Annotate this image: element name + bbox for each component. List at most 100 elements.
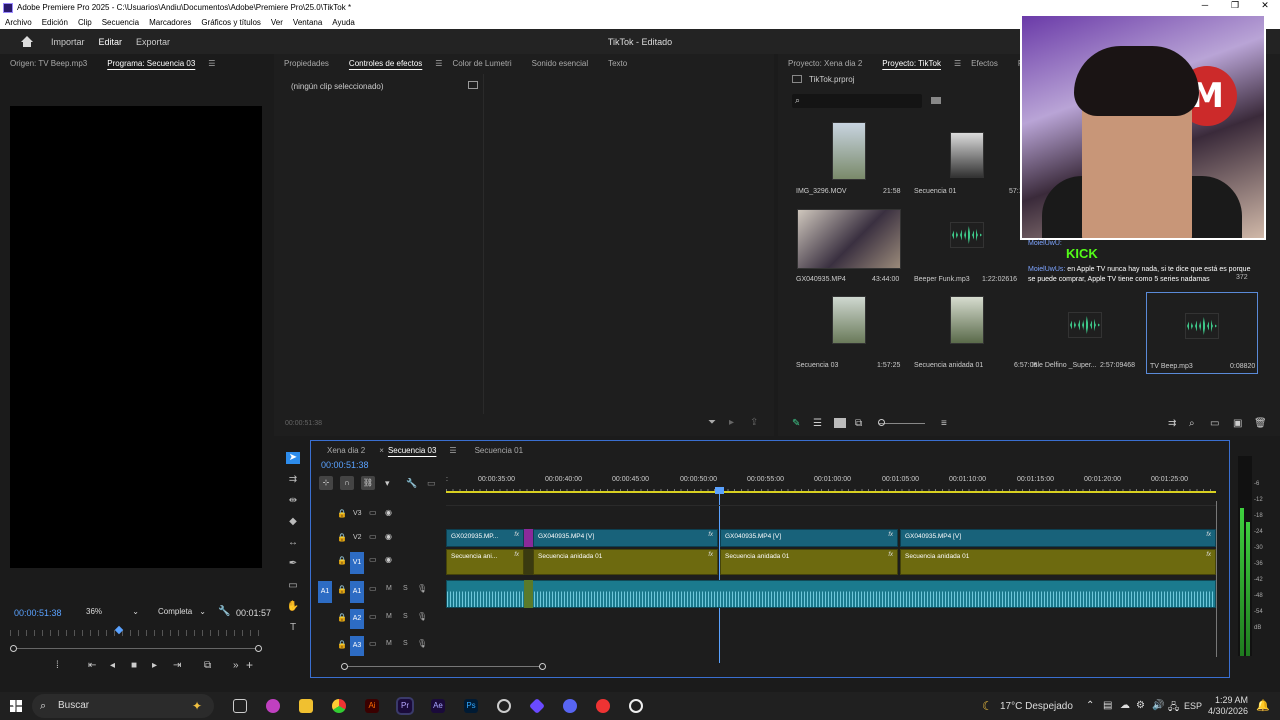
timeline-clip[interactable]: GX040935.MP4 [V] fx	[533, 529, 718, 547]
sync-lock-icon[interactable]: ▭	[369, 555, 377, 564]
export-icon[interactable]: ⇪	[750, 417, 758, 428]
lock-icon[interactable]: 🔒	[337, 509, 347, 518]
toggle-timeline-icon[interactable]	[468, 81, 478, 89]
language-indicator[interactable]: ESP	[1184, 701, 1202, 711]
app-icon[interactable]	[497, 699, 511, 713]
playhead-line[interactable]	[719, 487, 720, 663]
tab-source-monitor[interactable]: Origen: TV Beep.mp3	[0, 59, 97, 68]
stop-icon[interactable]: ■	[131, 660, 137, 671]
automate-icon[interactable]: ⇉	[1168, 418, 1176, 429]
monitor-time-ruler[interactable]	[10, 630, 262, 636]
monitor-timecode[interactable]: 00:00:51:38	[14, 608, 62, 618]
freeform-view-icon[interactable]: ⧉	[855, 418, 862, 429]
export-frame-icon[interactable]: ⧉	[204, 660, 211, 671]
clock[interactable]: 1:29 AM 4/30/2026	[1206, 695, 1248, 717]
tab-controles-efectos[interactable]: Controles de efectos	[339, 59, 432, 68]
sync-lock-icon[interactable]: ▭	[369, 584, 377, 593]
mute-button[interactable]: M	[386, 613, 392, 620]
track-select-tool-icon[interactable]: ⇉	[286, 474, 300, 486]
pencil-icon[interactable]: ✎	[792, 418, 800, 429]
new-bin-search-icon[interactable]	[931, 97, 941, 104]
tab-sonido-esencial[interactable]: Sonido esencial	[522, 59, 598, 68]
menu-graficos[interactable]: Gráficos y títulos	[196, 18, 266, 27]
slip-tool-icon[interactable]: ↔	[286, 537, 300, 549]
track-target-a3[interactable]: A3	[350, 636, 364, 656]
track-target-v1[interactable]: V1	[350, 552, 364, 574]
panel-menu-icon[interactable]: ☰	[951, 59, 961, 68]
audio-transition-marker[interactable]	[524, 580, 533, 608]
zoom-handle-left[interactable]	[10, 645, 17, 652]
workspace-importar[interactable]: Importar	[44, 37, 92, 47]
timeline-settings-icon[interactable]: 🔧	[406, 478, 417, 489]
timeline-clip[interactable]: GX040935.MP4 [V] fx	[720, 529, 898, 547]
scroll-handle-right[interactable]	[539, 663, 546, 670]
timeline-clip[interactable]: Secuencia anidada 01 fx	[533, 549, 718, 575]
quality-select[interactable]: Completa ⌄	[158, 607, 208, 619]
zoom-select[interactable]: 36% ⌄	[86, 607, 141, 619]
timeline-tab-secuencia-03[interactable]: Secuencia 03	[384, 446, 446, 455]
transition-marker[interactable]	[524, 529, 533, 547]
close-tab-icon[interactable]: ×	[375, 446, 384, 455]
panel-menu-icon[interactable]: ☰	[446, 446, 456, 455]
add-button-icon[interactable]: +	[246, 658, 253, 672]
notifications-icon[interactable]: 🔔	[1256, 699, 1270, 712]
captions-icon[interactable]: ▭	[427, 478, 436, 489]
task-view-icon[interactable]	[233, 699, 247, 713]
menu-ayuda[interactable]: Ayuda	[327, 18, 360, 27]
vertical-scrollbar[interactable]	[1216, 501, 1217, 657]
taskbar-search[interactable]: ⌕ Buscar ✦	[32, 694, 214, 718]
solo-button[interactable]: S	[403, 640, 408, 647]
workspace-exportar[interactable]: Exportar	[129, 37, 177, 47]
solo-button[interactable]: S	[403, 613, 408, 620]
media-player-icon[interactable]	[596, 699, 610, 713]
panel-menu-icon[interactable]: ☰	[432, 59, 442, 68]
lock-icon[interactable]: 🔒	[337, 556, 347, 565]
sync-lock-icon[interactable]: ▭	[369, 508, 377, 517]
eye-icon[interactable]: ◉	[385, 508, 392, 517]
go-to-out-icon[interactable]: ⇥	[173, 660, 181, 671]
tray-icon[interactable]: ▤	[1103, 700, 1112, 711]
illustrator-icon[interactable]: Ai	[365, 699, 379, 713]
menu-edicion[interactable]: Edición	[37, 18, 73, 27]
workspace-editar[interactable]: Editar	[92, 37, 130, 47]
more-controls-icon[interactable]: »	[233, 660, 239, 671]
tab-program-monitor[interactable]: Programa: Secuencia 03	[97, 59, 205, 68]
program-monitor-screen[interactable]	[10, 106, 262, 568]
filter-icon[interactable]: ⏷	[708, 417, 716, 428]
timeline-clip[interactable]: GX020935.MP... fx	[446, 529, 524, 547]
new-item-icon[interactable]: ▣	[1233, 418, 1242, 429]
play-audio-icon[interactable]: ▸	[729, 417, 734, 428]
track-target-a1[interactable]: A1	[350, 581, 364, 603]
close-button[interactable]: ✕	[1250, 0, 1280, 11]
lock-icon[interactable]: 🔒	[337, 613, 347, 622]
new-bin-icon[interactable]: ▭	[1210, 418, 1219, 429]
premiere-icon[interactable]: Pr	[396, 697, 414, 715]
tab-texto[interactable]: Texto	[598, 59, 637, 68]
playhead-handle[interactable]	[715, 487, 724, 494]
chrome-icon[interactable]	[332, 699, 346, 713]
weather-text[interactable]: 17°C Despejado	[1000, 701, 1073, 712]
rectangle-tool-icon[interactable]: ▭	[286, 580, 300, 592]
find-icon[interactable]: ⌕	[1189, 418, 1195, 429]
horizontal-scrollbar[interactable]	[343, 666, 543, 667]
panel-menu-icon[interactable]: ☰	[205, 59, 215, 68]
file-explorer-icon[interactable]	[299, 699, 313, 713]
ripple-edit-tool-icon[interactable]: ⇹	[286, 495, 300, 507]
step-back-icon[interactable]: ◂	[110, 660, 115, 671]
trash-icon[interactable]: 🗑	[1254, 418, 1267, 429]
razor-tool-icon[interactable]: ◆	[286, 516, 300, 528]
wrench-icon[interactable]: 🔧	[218, 606, 230, 617]
microphone-icon[interactable]: 🎙	[417, 639, 427, 648]
go-to-in-icon[interactable]: ⇤	[88, 660, 96, 671]
volume-icon[interactable]: 🔊	[1152, 700, 1164, 711]
windows-start-icon[interactable]	[10, 700, 22, 712]
app-icon[interactable]	[529, 698, 545, 714]
tab-proyecto-tiktok[interactable]: Proyecto: TikTok	[872, 59, 951, 68]
chevron-up-icon[interactable]: ⌃	[1086, 700, 1094, 711]
sync-lock-icon[interactable]: ▭	[369, 639, 377, 648]
hand-tool-icon[interactable]: ✋	[286, 601, 300, 613]
thumbnail-size-slider[interactable]	[879, 423, 925, 424]
menu-marcadores[interactable]: Marcadores	[144, 18, 196, 27]
timeline-timecode[interactable]: 00:00:51:38	[321, 460, 369, 470]
monitor-zoom-bar[interactable]	[12, 648, 260, 649]
